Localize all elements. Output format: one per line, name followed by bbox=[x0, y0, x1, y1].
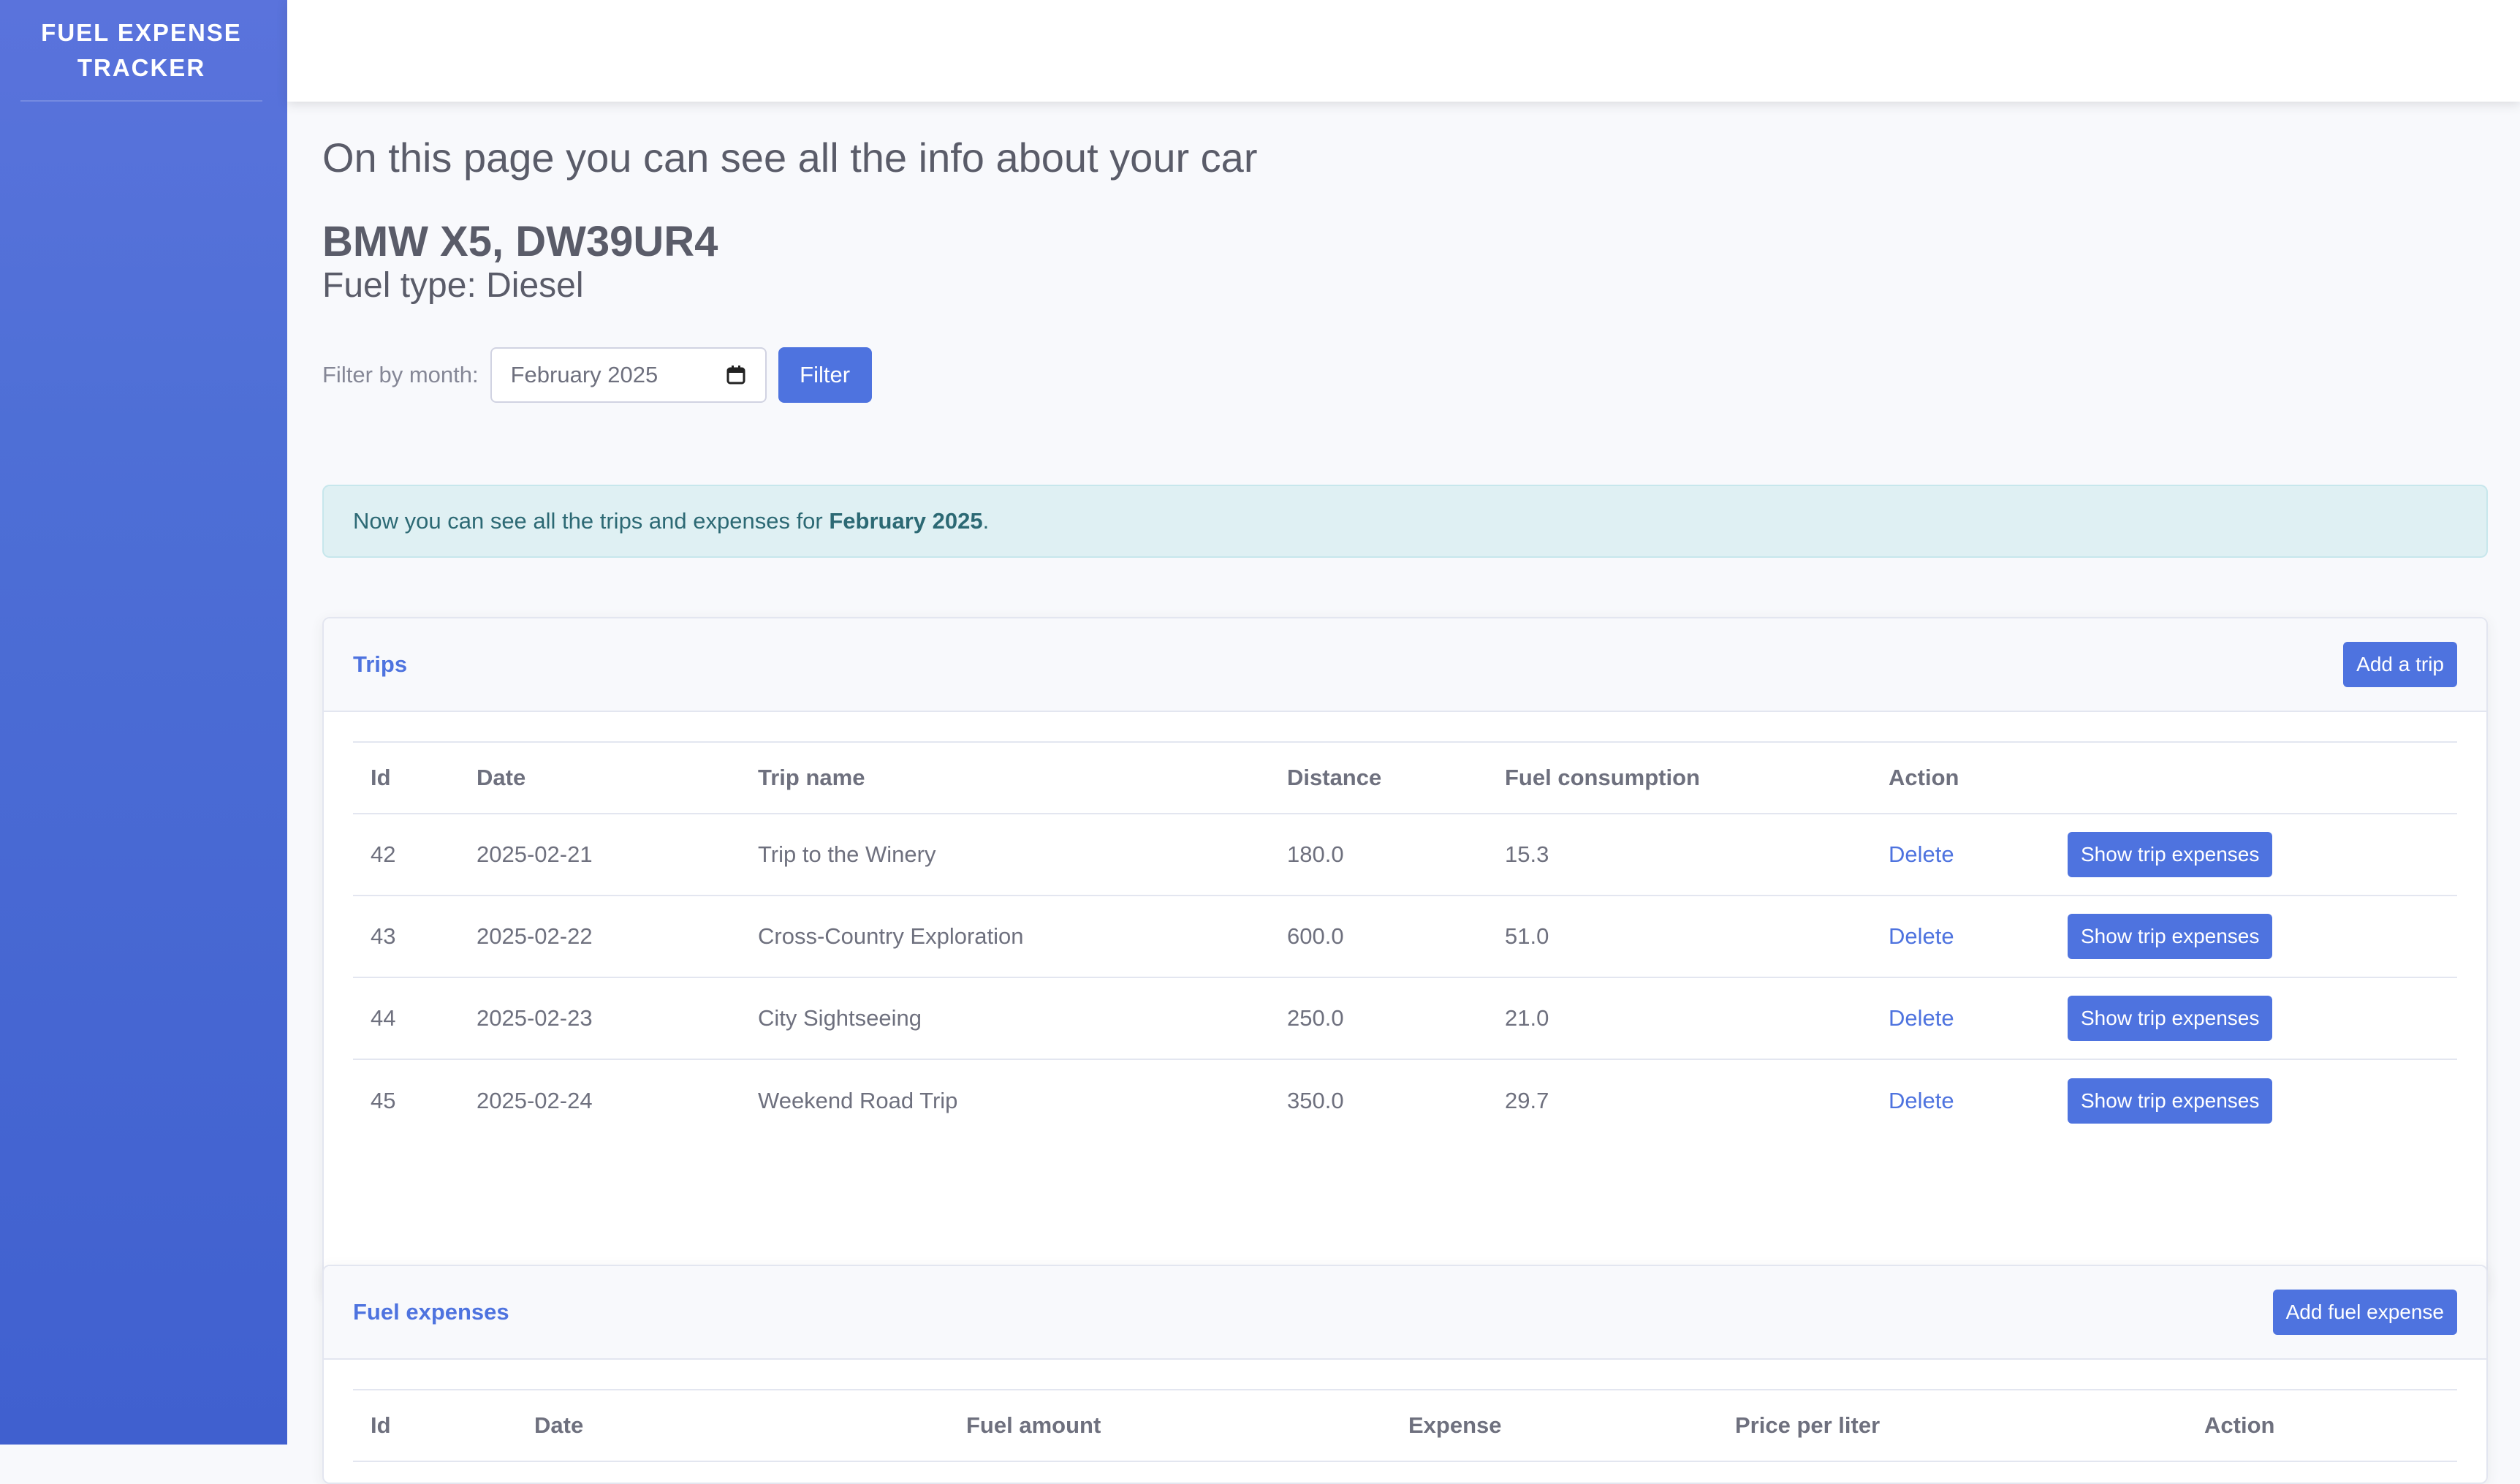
table-header-row: Id Date Fuel amount Expense Price per li… bbox=[353, 1390, 2457, 1462]
info-alert: Now you can see all the trips and expens… bbox=[322, 485, 2488, 558]
col-id: Id bbox=[353, 1390, 517, 1462]
cell-distance: 250.0 bbox=[1270, 977, 1487, 1060]
cell-fuel: 15.3 bbox=[1487, 814, 1871, 896]
col-fuel-amount: Fuel amount bbox=[949, 1390, 1391, 1462]
cell-trip-name: Trip to the Winery bbox=[740, 814, 1270, 896]
fuel-expenses-card: Fuel expenses Add fuel expense Id Date F… bbox=[322, 1265, 2488, 1484]
col-date: Date bbox=[517, 1390, 949, 1462]
table-row: 42 2025-02-21 Trip to the Winery 180.0 1… bbox=[353, 814, 2457, 896]
fuel-type: Fuel type: Diesel bbox=[322, 266, 584, 305]
fuel-expenses-card-header: Fuel expenses Add fuel expense bbox=[324, 1266, 2486, 1360]
trips-card: Trips Add a trip Id Date Trip name Dista… bbox=[322, 617, 2488, 1296]
sidebar: FUEL EXPENSE TRACKER bbox=[0, 0, 287, 1445]
add-trip-button[interactable]: Add a trip bbox=[2343, 642, 2457, 687]
col-price-per-liter: Price per liter bbox=[1718, 1390, 2187, 1462]
col-date: Date bbox=[459, 742, 740, 814]
cell-date: 2025-02-21 bbox=[459, 814, 740, 896]
show-trip-expenses-button[interactable]: Show trip expenses bbox=[2068, 832, 2273, 877]
col-id: Id bbox=[353, 742, 459, 814]
page-title: On this page you can see all the info ab… bbox=[322, 135, 1258, 181]
add-fuel-expense-button[interactable]: Add fuel expense bbox=[2272, 1290, 2457, 1335]
cell-id: 44 bbox=[353, 977, 459, 1060]
show-trip-expenses-button[interactable]: Show trip expenses bbox=[2068, 996, 2273, 1041]
trips-card-header: Trips Add a trip bbox=[324, 618, 2486, 712]
month-input[interactable]: February 2025 bbox=[490, 347, 767, 403]
fuel-expenses-table: Id Date Fuel amount Expense Price per li… bbox=[353, 1389, 2457, 1462]
delete-link[interactable]: Delete bbox=[1889, 1005, 1954, 1031]
alert-text: Now you can see all the trips and expens… bbox=[353, 508, 990, 534]
cell-trip-name: City Sightseeing bbox=[740, 977, 1270, 1060]
show-trip-expenses-button[interactable]: Show trip expenses bbox=[2068, 1078, 2273, 1124]
table-row: 44 2025-02-23 City Sightseeing 250.0 21.… bbox=[353, 977, 2457, 1060]
cell-fuel: 29.7 bbox=[1505, 1087, 1549, 1113]
filter-label: Filter by month: bbox=[322, 362, 479, 387]
car-title: BMW X5, DW39UR4 bbox=[322, 218, 718, 265]
cell-fuel: 21.0 bbox=[1487, 977, 1871, 1060]
calendar-icon[interactable] bbox=[726, 365, 746, 385]
cell-date: 2025-02-22 bbox=[459, 896, 740, 978]
cell-id: 42 bbox=[353, 814, 459, 896]
brand-line-1: FUEL EXPENSE bbox=[41, 18, 242, 46]
filter-button[interactable]: Filter bbox=[778, 347, 872, 403]
cell-trip-name: Weekend Road Trip bbox=[758, 1087, 958, 1113]
delete-link[interactable]: Delete bbox=[1889, 841, 1954, 867]
alert-month: February 2025 bbox=[829, 508, 983, 534]
delete-link[interactable]: Delete bbox=[1889, 1088, 1954, 1113]
brand-logo[interactable]: FUEL EXPENSE TRACKER bbox=[20, 0, 262, 102]
trips-table: Id Date Trip name Distance Fuel consumpt… bbox=[353, 741, 2457, 1141]
cell-distance: 350.0 bbox=[1287, 1087, 1344, 1113]
cell-date: 2025-02-23 bbox=[459, 977, 740, 1060]
topbar bbox=[287, 0, 2520, 102]
col-action: Action bbox=[1871, 742, 2050, 814]
cell-trip-name: Cross-Country Exploration bbox=[740, 896, 1270, 978]
col-fuel-consumption: Fuel consumption bbox=[1487, 742, 1871, 814]
cell-distance: 180.0 bbox=[1270, 814, 1487, 896]
table-header-row: Id Date Trip name Distance Fuel consumpt… bbox=[353, 742, 2457, 814]
col-trip-name: Trip name bbox=[740, 742, 1270, 814]
cell-fuel: 51.0 bbox=[1487, 896, 1871, 978]
cell-date: 2025-02-24 bbox=[477, 1087, 593, 1113]
col-action: Action bbox=[2187, 1390, 2457, 1462]
cell-id: 43 bbox=[353, 896, 459, 978]
trips-title: Trips bbox=[353, 651, 408, 677]
table-row: 45 2025-02-24 Weekend Road Trip 350.0 29… bbox=[353, 1059, 2457, 1141]
table-row: 43 2025-02-22 Cross-Country Exploration … bbox=[353, 896, 2457, 978]
col-distance: Distance bbox=[1270, 742, 1487, 814]
cell-id: 45 bbox=[371, 1087, 396, 1113]
brand-line-2: TRACKER bbox=[77, 53, 206, 81]
col-expense: Expense bbox=[1391, 1390, 1718, 1462]
delete-link[interactable]: Delete bbox=[1889, 923, 1954, 949]
month-value: February 2025 bbox=[510, 362, 659, 387]
filter-form: Filter by month: February 2025 Filter bbox=[322, 347, 872, 403]
col-extra bbox=[2050, 742, 2457, 814]
show-trip-expenses-button[interactable]: Show trip expenses bbox=[2068, 914, 2273, 959]
cell-distance: 600.0 bbox=[1270, 896, 1487, 978]
fuel-expenses-title: Fuel expenses bbox=[353, 1299, 509, 1325]
